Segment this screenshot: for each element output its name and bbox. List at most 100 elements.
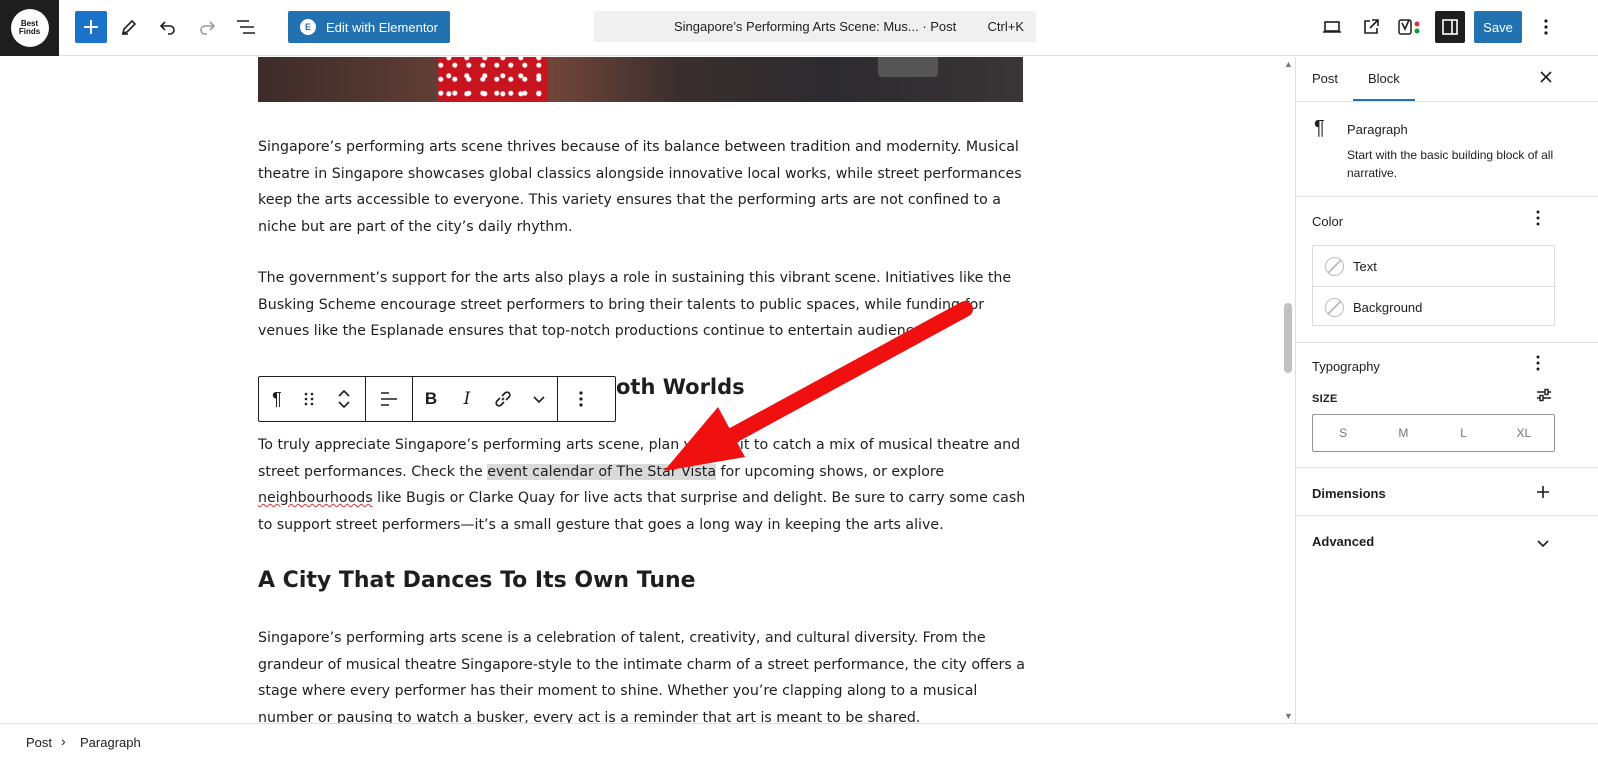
more-formatting-button[interactable] <box>521 377 557 421</box>
list-view-icon <box>237 20 255 34</box>
heading-block[interactable]: oth Worlds <box>616 375 745 399</box>
color-settings: Text Background <box>1312 245 1556 326</box>
more-vertical-icon <box>1536 210 1540 226</box>
block-breadcrumb: Post › Paragraph <box>0 723 1598 761</box>
save-button[interactable]: Save <box>1474 11 1522 43</box>
scroll-down-icon[interactable]: ▼ <box>1284 711 1293 721</box>
image-detail-dress <box>438 57 548 102</box>
move-buttons[interactable] <box>323 377 365 421</box>
font-size-picker: S M L XL <box>1312 414 1555 452</box>
paragraph-block[interactable]: Singapore’s performing arts scene thrive… <box>258 134 1030 240</box>
heading-text: oth Worlds <box>616 375 745 399</box>
size-option-l[interactable]: L <box>1434 415 1494 451</box>
block-name: Paragraph <box>1347 122 1408 137</box>
block-toolbar: ¶ B I <box>258 376 616 422</box>
featured-image[interactable] <box>258 57 1023 102</box>
add-block-button[interactable] <box>75 11 107 43</box>
plus-icon <box>84 20 98 34</box>
block-type-switcher[interactable]: ¶ <box>259 377 295 421</box>
block-options-button[interactable] <box>558 377 604 421</box>
spellcheck-word[interactable]: neighbourhoods <box>258 490 373 506</box>
tab-block[interactable]: Block <box>1368 71 1400 86</box>
add-dimension-button[interactable] <box>1536 485 1550 504</box>
move-up-down-icon <box>338 389 350 409</box>
panel-divider <box>1296 342 1598 343</box>
plus-icon <box>1537 486 1549 498</box>
paragraph-block[interactable]: Singapore’s performing arts scene is a c… <box>258 625 1030 723</box>
sidebar-tabs: Post Block <box>1296 57 1598 102</box>
text-color-label: Text <box>1353 259 1377 274</box>
undo-button[interactable] <box>152 11 184 43</box>
tab-post[interactable]: Post <box>1312 71 1338 86</box>
link-button[interactable] <box>485 377 521 421</box>
document-overview-button[interactable] <box>230 11 262 43</box>
italic-button[interactable]: I <box>449 377 485 421</box>
block-type-group: ¶ <box>259 377 366 421</box>
scroll-up-icon[interactable]: ▲ <box>1284 59 1293 69</box>
close-sidebar-button[interactable] <box>1539 68 1553 89</box>
size-option-s[interactable]: S <box>1313 415 1373 451</box>
size-option-xl[interactable]: XL <box>1494 415 1554 451</box>
redo-button[interactable] <box>191 11 223 43</box>
laptop-icon <box>1323 21 1341 33</box>
logo-icon: Best Finds <box>10 9 49 47</box>
block-description: Start with the basic building block of a… <box>1347 148 1554 180</box>
bold-button[interactable]: B <box>413 377 449 421</box>
settings-sidebar-toggle[interactable] <box>1435 11 1465 43</box>
typography-options-button[interactable] <box>1536 355 1540 376</box>
more-vertical-icon <box>579 391 583 407</box>
editor-canvas[interactable]: Singapore’s performing arts scene thrive… <box>0 57 1282 723</box>
options-button[interactable] <box>1530 11 1562 43</box>
elementor-icon: E <box>300 19 316 35</box>
panel-divider <box>1296 467 1598 468</box>
block-card: ¶ Paragraph Start with the basic buildin… <box>1296 103 1598 197</box>
chevron-down-icon <box>533 396 545 404</box>
redo-icon <box>200 21 216 35</box>
undo-icon <box>159 21 175 35</box>
sidebar-icon <box>1442 19 1458 35</box>
canvas-scrollbar[interactable]: ▲ ▼ <box>1282 57 1294 723</box>
advanced-toggle[interactable] <box>1536 535 1550 553</box>
align-left-icon <box>381 392 397 406</box>
drag-handle[interactable] <box>295 377 323 421</box>
size-option-m[interactable]: M <box>1373 415 1433 451</box>
preview-button[interactable] <box>1316 11 1348 43</box>
custom-size-button[interactable] <box>1536 388 1552 407</box>
tools-button[interactable] <box>113 11 145 43</box>
bold-label: B <box>424 389 438 408</box>
advanced-panel-title[interactable]: Advanced <box>1312 534 1374 549</box>
align-button[interactable] <box>366 377 412 421</box>
format-group: B I <box>413 377 558 421</box>
italic-label: I <box>463 389 471 409</box>
site-logo[interactable]: Best Finds <box>0 0 59 56</box>
more-vertical-icon <box>1544 19 1548 35</box>
selected-link-text[interactable]: event calendar of The Star Vista <box>487 463 717 480</box>
more-vertical-icon <box>1536 355 1540 371</box>
breadcrumb-paragraph[interactable]: Paragraph <box>80 735 141 750</box>
paragraph-block-selected[interactable]: To truly appreciate Singapore’s performi… <box>258 432 1030 538</box>
sliders-icon <box>1537 388 1551 402</box>
command-palette-bar[interactable]: Singapore’s Performing Arts Scene: Mus..… <box>594 11 1036 42</box>
external-link-icon <box>1364 19 1379 34</box>
size-label: SIZE <box>1312 393 1338 405</box>
text-color-option[interactable]: Text <box>1313 246 1556 286</box>
color-options-button[interactable] <box>1536 210 1540 231</box>
view-post-button[interactable] <box>1355 11 1387 43</box>
background-color-label: Background <box>1353 300 1423 315</box>
pencil-icon <box>121 19 137 35</box>
background-color-option[interactable]: Background <box>1313 286 1556 326</box>
edit-with-elementor-button[interactable]: E Edit with Elementor <box>288 11 450 43</box>
active-tab-indicator <box>1353 99 1415 101</box>
settings-sidebar: Post Block ¶ Paragraph Start with the ba… <box>1295 57 1598 723</box>
yoast-seo-button[interactable] <box>1394 11 1426 43</box>
heading-block[interactable]: A City That Dances To Its Own Tune <box>258 568 696 593</box>
save-label: Save <box>1483 19 1513 35</box>
scroll-thumb[interactable] <box>1284 303 1292 373</box>
breadcrumb-post[interactable]: Post <box>26 735 52 750</box>
no-color-swatch-icon <box>1325 298 1344 317</box>
paragraph-block[interactable]: The government’s support for the arts al… <box>258 265 1030 345</box>
panel-divider <box>1296 515 1598 516</box>
paragraph-icon: ¶ <box>1314 117 1325 139</box>
color-panel-title: Color <box>1312 214 1344 229</box>
dimensions-panel-title[interactable]: Dimensions <box>1312 486 1386 501</box>
